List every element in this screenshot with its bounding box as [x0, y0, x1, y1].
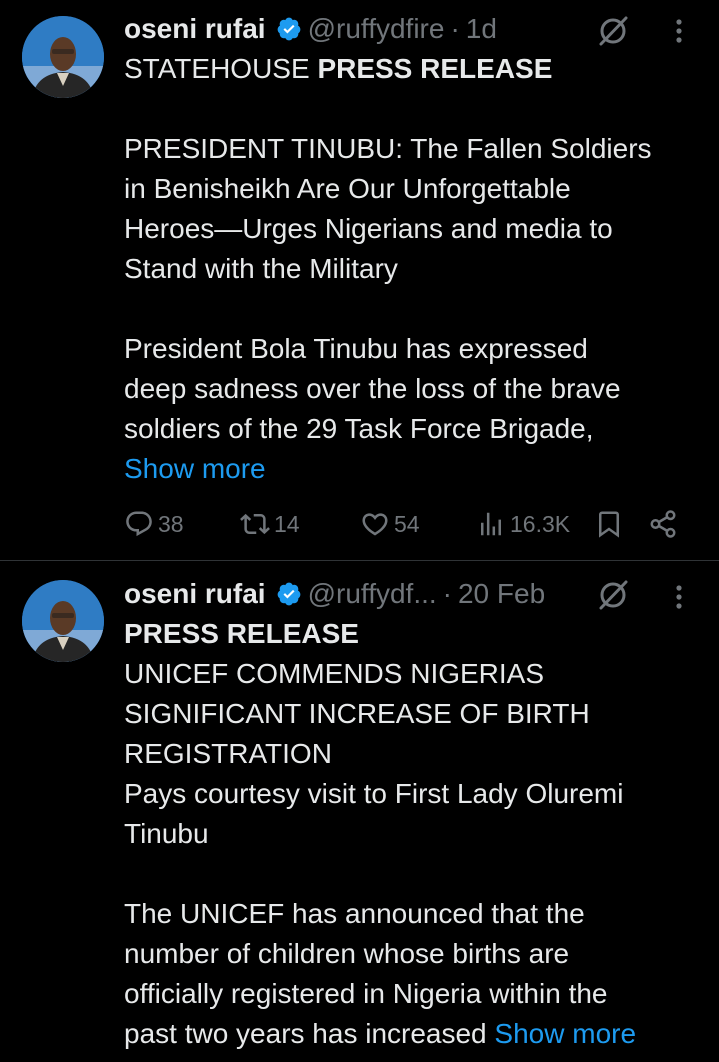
tweet-line: REGISTRATION	[124, 738, 332, 769]
author-handle[interactable]: @ruffydf...	[308, 578, 437, 610]
text-bold: PRESS RELEASE	[317, 53, 553, 84]
like-icon	[362, 513, 388, 536]
tweet-text: PRESS RELEASE UNICEF COMMENDS NIGERIAS S…	[124, 614, 704, 1054]
author-handle[interactable]: @ruffydfire	[308, 13, 445, 45]
share-button[interactable]	[648, 506, 682, 542]
reply-button[interactable]: 38	[124, 506, 184, 542]
verified-badge-icon	[277, 17, 300, 41]
tweet-line: PRESS RELEASE	[124, 618, 359, 649]
tweet-line: The UNICEF has announced that the	[124, 898, 585, 929]
separator-dot: ·	[450, 13, 460, 44]
tweet-line: soldiers of the 29 Task Force Brigade,	[124, 413, 594, 444]
tweet-line: Stand with the Military	[124, 253, 398, 284]
tweet-line: PRESIDENT TINUBU: The Fallen Soldiers	[124, 133, 652, 164]
reply-icon	[126, 511, 152, 537]
tweet-line: in Benisheikh Are Our Unforgettable	[124, 173, 571, 204]
tweet-line: deep sadness over the loss of the brave	[124, 373, 621, 404]
tweet-time[interactable]: 1d	[466, 13, 497, 45]
like-button[interactable]: 54	[360, 506, 420, 542]
author-name[interactable]: oseni rufai	[124, 13, 266, 45]
reply-count: 38	[158, 510, 184, 537]
tweet-line: officially registered in Nigeria within …	[124, 978, 608, 1009]
tweet-line: President Bola Tinubu has expressed	[124, 333, 588, 364]
tweet-time[interactable]: 20 Feb	[458, 578, 545, 610]
views-button[interactable]: 16.3K	[476, 506, 570, 542]
tweet-line: past two years has increased Show more	[124, 1014, 704, 1054]
views-icon	[481, 512, 501, 536]
avatar[interactable]	[22, 16, 104, 98]
show-more-link[interactable]: Show more	[124, 449, 694, 489]
bookmark-button[interactable]	[594, 506, 628, 542]
tweet-line: Heroes—Urges Nigerians and media to	[124, 213, 613, 244]
repost-count: 14	[274, 510, 300, 537]
tweet-line: UNICEF COMMENDS NIGERIAS	[124, 658, 545, 689]
repost-button[interactable]: 14	[240, 506, 300, 542]
tweet-text: STATEHOUSE PRESS RELEASE PRESIDENT TINUB…	[124, 49, 694, 489]
more-options-icon[interactable]	[673, 14, 685, 48]
tweet-line: STATEHOUSE PRESS RELEASE	[124, 49, 694, 89]
tweet-line: Pays courtesy visit to First Lady Olurem…	[124, 778, 624, 809]
grok-icon[interactable]	[596, 578, 630, 612]
share-icon	[650, 510, 676, 538]
tweet-actions: 38 14 54 16.3K	[124, 506, 719, 542]
text-plain: past two years has increased	[124, 1018, 495, 1049]
bookmark-icon	[599, 511, 619, 538]
tweet-line: SIGNIFICANT INCREASE OF BIRTH	[124, 698, 590, 729]
tweet-1[interactable]: oseni rufai @ruffydfire · 1d STATEHOUSE …	[0, 0, 719, 560]
grok-icon[interactable]	[596, 14, 630, 48]
avatar[interactable]	[22, 580, 104, 662]
views-count: 16.3K	[510, 510, 571, 537]
show-more-link[interactable]: Show more	[494, 1018, 636, 1049]
author-name[interactable]: oseni rufai	[124, 578, 266, 610]
tweet-line: number of children whose births are	[124, 938, 570, 969]
like-count: 54	[394, 510, 420, 537]
tweet-line: Tinubu	[124, 818, 209, 849]
separator-dot: ·	[442, 578, 452, 609]
verified-badge-icon	[277, 582, 300, 606]
tweet-2[interactable]: oseni rufai @ruffydf... · 20 Feb PRESS R…	[0, 561, 719, 1062]
more-options-icon[interactable]	[673, 580, 685, 614]
repost-icon	[240, 513, 270, 535]
text-plain: STATEHOUSE	[124, 53, 318, 84]
